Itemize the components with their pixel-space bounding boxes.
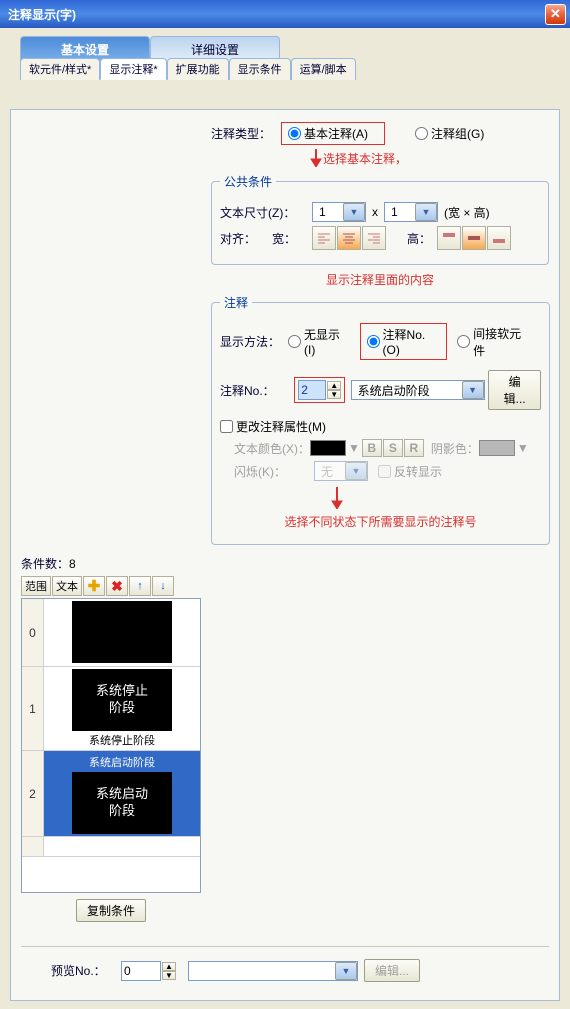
public-condition-group: 公共条件 文本尺寸(Z)： 1▼ x 1▼ (宽 × 高) 对齐： 宽： 高： (211, 173, 549, 265)
list-item[interactable]: 2 系统启动阶段系统启动 阶段 (22, 751, 200, 837)
comment-type-label: 注释类型： (211, 125, 281, 142)
align-left-icon[interactable] (312, 226, 336, 250)
comment-legend: 注释 (220, 294, 252, 311)
comment-no-label: 注释No.： (220, 382, 294, 399)
bold-icon: B (362, 439, 382, 457)
comment-no-input[interactable] (298, 380, 326, 400)
move-up-icon[interactable]: ↑ (129, 576, 151, 596)
blink-select: 无▼ (314, 461, 368, 481)
list-item[interactable]: 1 系统停止 阶段系统停止阶段 (22, 667, 200, 751)
preview-thumb: 系统停止 阶段 (72, 669, 172, 731)
text-color-label: 文本颜色(X)： (234, 440, 310, 457)
separator (21, 946, 549, 947)
range-button[interactable]: 范围 (21, 576, 51, 596)
blink-label: 闪烁(K)： (234, 463, 314, 480)
comment-no-box: 注释No.(O) (360, 323, 448, 360)
text-color-well (310, 440, 346, 456)
tab-ext-func[interactable]: 扩展功能 (167, 58, 229, 80)
change-attr-checkbox[interactable]: 更改注释属性(M) (220, 418, 326, 435)
main-panel: 注释类型： 基本注释(A) 注释组(G) 选择基本注释， 公共条件 文本尺寸(Z… (10, 109, 560, 1001)
valign-bot-icon[interactable] (487, 226, 511, 250)
close-button[interactable]: ✕ (545, 4, 566, 25)
public-condition-legend: 公共条件 (220, 173, 276, 190)
window-titlebar: 注释显示(字) ✕ (0, 0, 570, 28)
align-w-label: 宽： (272, 230, 312, 247)
window-title: 注释显示(字) (8, 6, 76, 23)
s-icon: S (383, 439, 403, 457)
r-icon: R (404, 439, 424, 457)
condition-list[interactable]: 0 1 系统停止 阶段系统停止阶段 2 系统启动阶段系统启动 阶段 (21, 598, 201, 893)
preview-select[interactable]: ▼ (188, 961, 358, 981)
wh-label: (宽 × 高) (444, 204, 490, 221)
text-size-label: 文本尺寸(Z)： (220, 204, 312, 221)
tab-container: 基本设置 详细设置 软元件/样式* 显示注释* 扩展功能 显示条件 运算/脚本 (10, 36, 560, 62)
align-right-icon[interactable] (362, 226, 386, 250)
comment-group: 注释 显示方法： 无显示(I) 注释No.(O) 间接软元件 注释No.： (211, 294, 550, 545)
tab-device-style[interactable]: 软元件/样式* (20, 58, 100, 80)
valign-mid-icon[interactable] (462, 226, 486, 250)
tab-show-comment[interactable]: 显示注释* (100, 58, 166, 80)
add-icon[interactable]: ✚ (83, 576, 105, 596)
radio-comment-group[interactable]: 注释组(G) (415, 125, 484, 142)
delete-icon[interactable]: ✖ (106, 576, 128, 596)
spin-up-icon[interactable]: ▲ (327, 381, 341, 390)
radio-no-display[interactable]: 无显示(I) (288, 326, 350, 357)
radio-indirect[interactable]: 间接软元件 (457, 325, 531, 359)
arrow-down-icon (309, 149, 323, 167)
text-button[interactable]: 文本 (52, 576, 82, 596)
preview-thumb (72, 601, 172, 663)
align-h-label: 高： (407, 230, 437, 247)
invert-checkbox: 反转显示 (378, 463, 442, 480)
text-width-select[interactable]: 1▼ (312, 202, 366, 222)
basic-comment-box: 基本注释(A) (281, 122, 385, 145)
shadow-color-well (479, 440, 515, 456)
preview-thumb: 系统启动 阶段 (72, 772, 172, 834)
copy-condition-button[interactable]: 复制条件 (76, 899, 146, 922)
disp-method-label: 显示方法： (220, 333, 288, 350)
list-item[interactable]: 0 (22, 599, 200, 667)
cond-count-value: 8 (69, 557, 76, 571)
spin-down-icon[interactable]: ▼ (327, 390, 341, 399)
preview-no-input[interactable] (121, 961, 161, 981)
valign-top-icon[interactable] (437, 226, 461, 250)
move-down-icon[interactable]: ↓ (152, 576, 174, 596)
align-label: 对齐： (220, 230, 272, 247)
cond-count-label: 条件数： (21, 555, 69, 572)
annotation-select-no: 选择不同状态下所需要显示的注释号 (284, 513, 476, 530)
list-item[interactable] (22, 837, 200, 857)
tab-show-cond[interactable]: 显示条件 (229, 58, 291, 80)
radio-comment-no[interactable]: 注释No.(O) (367, 326, 441, 357)
text-height-select[interactable]: 1▼ (384, 202, 438, 222)
comment-no-spinner-box: ▲ ▼ (294, 377, 345, 403)
tab-script[interactable]: 运算/脚本 (291, 58, 356, 80)
preview-no-label: 预览No.： (51, 962, 121, 979)
arrow-down-icon (330, 487, 344, 509)
align-center-icon[interactable] (337, 226, 361, 250)
comment-select[interactable]: 系统启动阶段▼ (351, 380, 485, 400)
edit-button[interactable]: 编辑... (488, 370, 541, 410)
spin-up-icon[interactable]: ▲ (162, 962, 176, 971)
radio-basic-comment[interactable]: 基本注释(A) (288, 125, 368, 142)
spin-down-icon[interactable]: ▼ (162, 971, 176, 980)
annotation-disp-content: 显示注释里面的内容 (326, 271, 434, 288)
shadow-label: 阴影色： (431, 440, 479, 457)
preview-edit-button[interactable]: 编辑... (364, 959, 420, 982)
annotation-select-basic: 选择基本注释， (323, 150, 407, 167)
